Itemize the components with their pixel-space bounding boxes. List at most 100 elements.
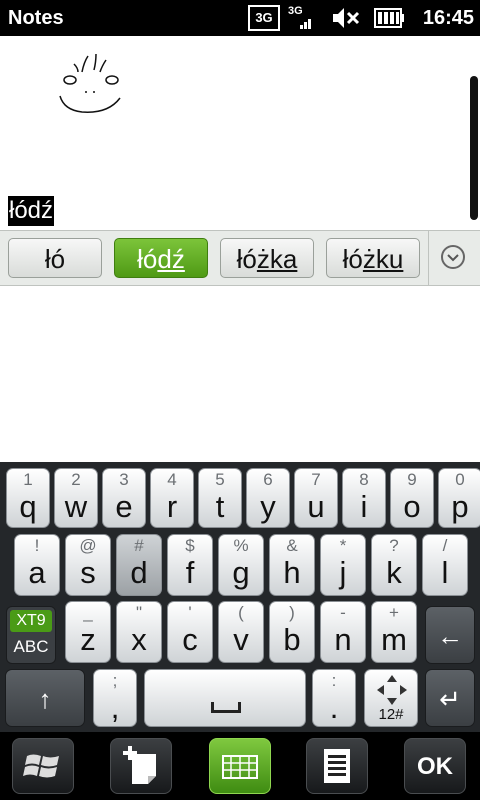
key-z-secondary: _ — [83, 603, 93, 622]
key-j[interactable]: * j — [320, 534, 366, 596]
composing-text: łódź — [8, 196, 55, 226]
more-suggestions-button[interactable] — [428, 231, 480, 285]
key-r[interactable]: 4r — [150, 468, 194, 528]
abc-label: ABC — [13, 637, 49, 656]
xt9-mode-button[interactable]: XT9 ABC — [6, 606, 56, 664]
key-f-secondary: $ — [185, 536, 195, 555]
nav-numeric-label: 12# — [378, 706, 404, 723]
period-key-main: . — [329, 690, 339, 725]
key-a-primary: a — [28, 555, 46, 590]
key-s[interactable]: @ s — [65, 534, 111, 596]
menu-button[interactable] — [306, 738, 368, 794]
key-s-primary: s — [80, 555, 96, 590]
app-title[interactable]: Notes — [8, 4, 64, 32]
suggestion-4-text: łó — [342, 244, 363, 274]
comma-key[interactable]: ; , — [93, 669, 137, 727]
suggestion-2-underlined: dź — [157, 244, 185, 274]
key-w[interactable]: 2w — [54, 468, 98, 528]
volume-muted-icon[interactable] — [330, 5, 362, 31]
keyboard-toggle-button[interactable] — [209, 738, 271, 794]
key-b-primary: b — [283, 622, 301, 657]
key-g[interactable]: % g — [218, 534, 264, 596]
key-u[interactable]: 7u — [294, 468, 338, 528]
key-k[interactable]: ? k — [371, 534, 417, 596]
backspace-key[interactable]: ← — [425, 606, 475, 664]
smiley-drawing — [59, 53, 121, 113]
key-c[interactable]: ' c — [167, 601, 213, 663]
key-t-secondary: 5 — [215, 470, 225, 489]
start-button[interactable] — [12, 738, 74, 794]
suggestion-4-underlined: żku — [362, 244, 404, 274]
menu-list-icon — [324, 749, 350, 783]
key-x-secondary: " — [135, 603, 143, 622]
new-note-icon — [123, 746, 156, 784]
space-icon — [211, 702, 241, 713]
key-m-secondary: + — [389, 603, 399, 622]
key-s-secondary: @ — [79, 536, 97, 555]
clock[interactable]: 16:45 — [423, 4, 474, 32]
chevron-down-icon — [441, 245, 465, 269]
comma-key-sub: ; — [112, 671, 118, 690]
key-g-secondary: % — [233, 536, 249, 555]
key-t-primary: t — [215, 489, 225, 524]
key-m[interactable]: + m — [371, 601, 417, 663]
key-b[interactable]: ) b — [269, 601, 315, 663]
key-h[interactable]: & h — [269, 534, 315, 596]
suggestion-3-underlined: żka — [256, 244, 298, 274]
suggestion-2[interactable]: łódź — [114, 238, 208, 278]
scrollbar-thumb[interactable] — [470, 76, 478, 220]
nav-numeric-key[interactable]: 12# — [364, 669, 418, 727]
key-d-secondary: # — [134, 536, 144, 555]
suggestion-bar: łó łódź łóżka łóżku — [0, 230, 480, 286]
key-g-primary: g — [232, 555, 250, 590]
bottom-toolbar: OK — [0, 732, 480, 800]
key-n[interactable]: -n — [320, 601, 366, 663]
key-l[interactable]: / l — [422, 534, 468, 596]
key-e-primary: e — [115, 489, 133, 524]
keyboard: 1q2w3e4r5t6y7u8i9o0p ! a @ s # d $ f% g & h * j? k / l … — [0, 462, 480, 732]
enter-key[interactable]: ↵ — [425, 669, 475, 727]
key-y[interactable]: 6y — [246, 468, 290, 528]
suggestion-3-text: łó — [236, 244, 257, 274]
suggestion-2-text: łó — [137, 244, 158, 274]
new-note-button[interactable] — [110, 738, 172, 794]
key-x-primary: x — [131, 622, 147, 657]
key-o-primary: o — [403, 489, 421, 524]
key-t[interactable]: 5t — [198, 468, 242, 528]
key-l-primary: l — [441, 555, 449, 590]
enter-arrow-icon: ↵ — [439, 684, 461, 714]
battery-icon[interactable] — [372, 5, 406, 31]
key-u-primary: u — [307, 489, 325, 524]
key-v[interactable]: (v — [218, 601, 264, 663]
key-i[interactable]: 8i — [342, 468, 386, 528]
keyboard-icon — [222, 755, 258, 779]
network-3g-icon: 3G — [248, 5, 280, 31]
key-q-primary: q — [19, 489, 37, 524]
shift-key[interactable]: ↑ — [5, 669, 85, 727]
key-p-primary: p — [451, 489, 469, 524]
key-y-secondary: 6 — [263, 470, 273, 489]
suggestion-4[interactable]: łóżku — [326, 238, 420, 278]
key-o[interactable]: 9o — [390, 468, 434, 528]
key-c-primary: c — [182, 622, 198, 657]
key-a[interactable]: ! a — [14, 534, 60, 596]
ok-button[interactable]: OK — [404, 738, 466, 794]
note-area[interactable] — [0, 36, 480, 230]
suggestion-3[interactable]: łóżka — [220, 238, 314, 278]
key-d[interactable]: # d — [116, 534, 162, 596]
key-i-secondary: 8 — [359, 470, 369, 489]
key-e[interactable]: 3e — [102, 468, 146, 528]
space-key[interactable] — [144, 669, 306, 727]
key-f[interactable]: $ f — [167, 534, 213, 596]
key-p[interactable]: 0p — [438, 468, 480, 528]
key-x[interactable]: " x — [116, 601, 162, 663]
signal-3g-label: 3G — [288, 5, 303, 17]
suggestion-1[interactable]: łó — [8, 238, 102, 278]
key-b-secondary: ) — [289, 603, 295, 622]
navigation-arrows-icon — [377, 675, 407, 705]
key-a-secondary: ! — [34, 536, 40, 555]
status-bar: Notes 3G 3G 16:45 — [0, 0, 480, 36]
key-q[interactable]: 1q — [6, 468, 50, 528]
key-z[interactable]: _ z — [65, 601, 111, 663]
period-key[interactable]: : . — [312, 669, 356, 727]
